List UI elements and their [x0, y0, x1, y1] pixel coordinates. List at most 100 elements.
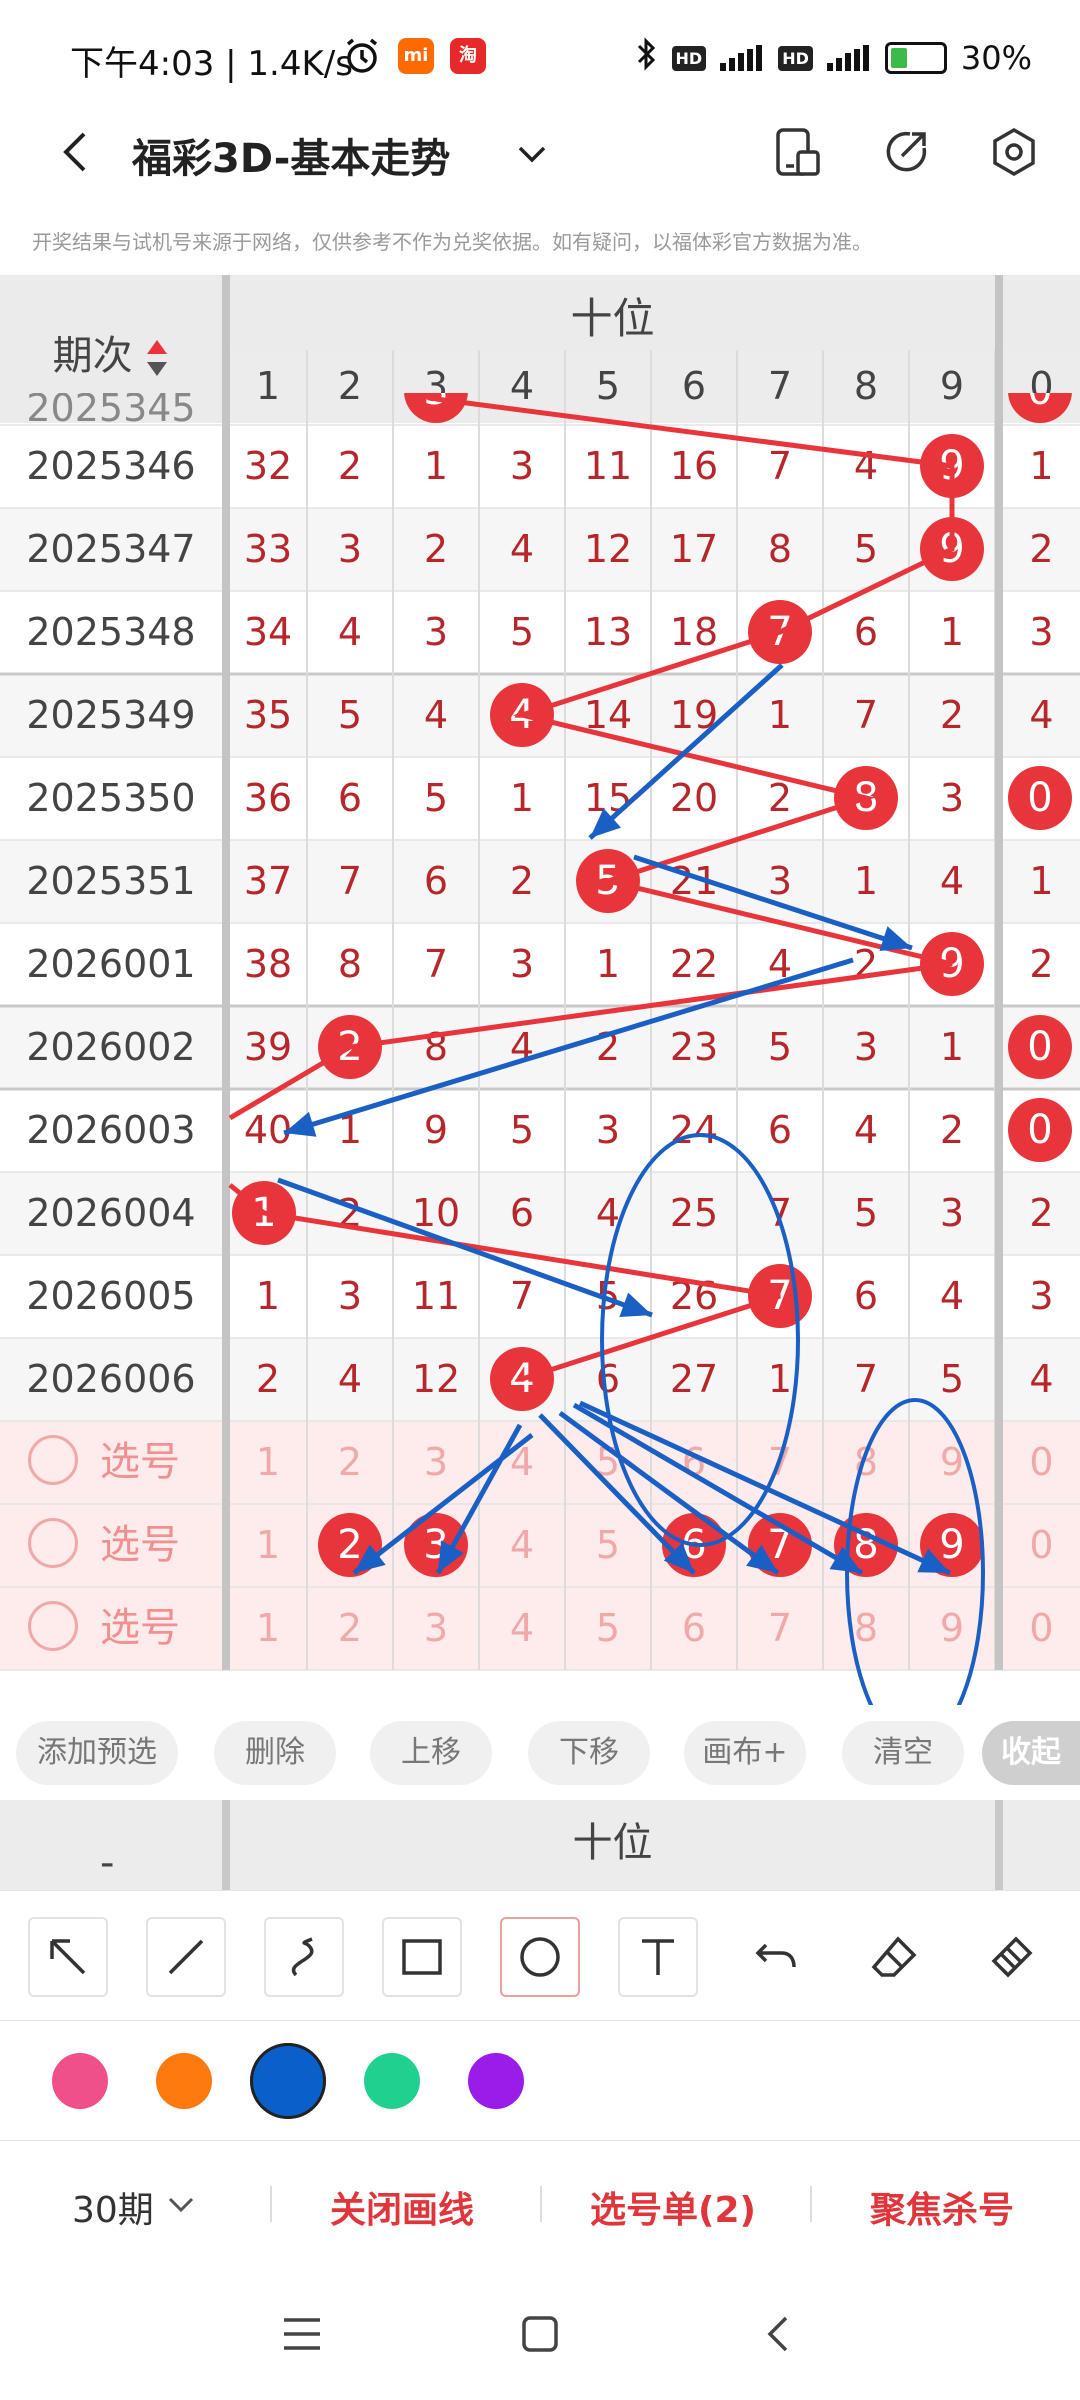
- home-icon[interactable]: [518, 2312, 562, 2360]
- selected-pick-ball[interactable]: 6: [662, 1513, 726, 1577]
- cell-value: 27: [669, 1357, 719, 1401]
- cell-value: 1: [767, 693, 793, 737]
- focus-kill-button[interactable]: 聚焦杀号: [870, 2181, 1014, 2233]
- delete-button[interactable]: 删除: [214, 1721, 336, 1785]
- pick-cell[interactable]: 9: [910, 1421, 994, 1504]
- pick-label[interactable]: 选号: [100, 1504, 180, 1587]
- arrow-tool-icon[interactable]: [28, 1917, 108, 1997]
- cell-value: 12: [411, 1357, 461, 1401]
- cell-value: 40: [243, 1108, 293, 1152]
- digit-header-4: 4: [480, 350, 564, 422]
- cell-value: 1: [939, 1025, 965, 1069]
- period-count-select[interactable]: 30期: [72, 2181, 154, 2233]
- pick-cell[interactable]: 9: [910, 1587, 994, 1670]
- pick-cell[interactable]: 4: [480, 1587, 564, 1670]
- clear-button[interactable]: 清空: [842, 1721, 964, 1785]
- move-down-button[interactable]: 下移: [528, 1721, 650, 1785]
- cell-value: 6: [509, 1191, 535, 1235]
- settings-icon[interactable]: [988, 126, 1040, 178]
- cell-value: 17: [669, 527, 719, 571]
- pick-checkbox[interactable]: [28, 1518, 78, 1568]
- pick-cell[interactable]: 5: [566, 1587, 650, 1670]
- add-preselect-button[interactable]: 添加预选: [16, 1721, 178, 1785]
- cell-value: 5: [509, 610, 535, 654]
- drawn-number-ball: 8: [834, 766, 898, 830]
- clear-brush-icon[interactable]: [972, 1917, 1052, 1997]
- period-header[interactable]: 期次: [0, 323, 222, 381]
- color-swatch[interactable]: [364, 2053, 420, 2109]
- pick-cell[interactable]: 5: [566, 1421, 650, 1504]
- text-tool-icon[interactable]: [618, 1917, 698, 1997]
- pick-cell[interactable]: 0: [1003, 1587, 1080, 1670]
- battery-icon: [884, 42, 947, 74]
- move-up-button[interactable]: 上移: [370, 1721, 492, 1785]
- chevron-down-icon[interactable]: [512, 134, 552, 174]
- close-lines-button[interactable]: 关闭画线: [330, 2181, 474, 2233]
- pick-checkbox[interactable]: [28, 1435, 78, 1485]
- pick-cell[interactable]: 8: [824, 1587, 908, 1670]
- eraser-icon[interactable]: [854, 1917, 934, 1997]
- pick-cell[interactable]: 6: [652, 1421, 736, 1504]
- pick-cell[interactable]: 0: [1003, 1504, 1080, 1587]
- menu-icon[interactable]: [280, 2312, 324, 2360]
- pick-cell[interactable]: 4: [480, 1504, 564, 1587]
- line-tool-icon[interactable]: [146, 1917, 226, 1997]
- pick-cell[interactable]: 0: [1003, 1421, 1080, 1504]
- pick-label[interactable]: 选号: [100, 1587, 180, 1670]
- digit-header-8: 8: [824, 350, 908, 422]
- cell-value: 19: [669, 693, 719, 737]
- back-icon[interactable]: [758, 2312, 802, 2360]
- cell-value: 21: [669, 859, 719, 903]
- pick-cell[interactable]: 8: [824, 1421, 908, 1504]
- pick-cell[interactable]: 1: [230, 1587, 306, 1670]
- chevron-down-icon[interactable]: [164, 2187, 198, 2225]
- pick-label[interactable]: 选号: [100, 1421, 180, 1504]
- digit-header-9: 9: [910, 350, 994, 422]
- pick-cell[interactable]: 6: [652, 1587, 736, 1670]
- page-title[interactable]: 福彩3D-基本走势: [132, 126, 450, 184]
- selected-pick-ball[interactable]: 2: [318, 1513, 382, 1577]
- canvas-plus-button[interactable]: 画布+: [684, 1721, 806, 1785]
- cell-value: 2: [1029, 527, 1054, 571]
- pick-cell[interactable]: 1: [230, 1421, 306, 1504]
- pick-cell[interactable]: 2: [308, 1587, 392, 1670]
- undo-icon[interactable]: [736, 1917, 816, 1997]
- phone-layout-icon[interactable]: [772, 126, 824, 178]
- pick-cell[interactable]: 7: [738, 1587, 822, 1670]
- bottom-bar: 30期 关闭画线 选号单(2) 聚焦杀号: [0, 2140, 1080, 2271]
- pick-cell[interactable]: 5: [566, 1504, 650, 1587]
- cell-value: 24: [669, 1108, 719, 1152]
- selected-pick-ball[interactable]: 7: [748, 1513, 812, 1577]
- chevron-left-icon[interactable]: [48, 122, 108, 182]
- pick-cell[interactable]: 7: [738, 1421, 822, 1504]
- pick-cell[interactable]: 3: [394, 1587, 478, 1670]
- trend-grid[interactable]: 期次 十位 1 2 3 4 5 6 7 8 9 0 2025345 2025346 32 2 1 3 11 16 7 4…: [0, 275, 1080, 1705]
- collapse-button[interactable]: 收起: [982, 1721, 1080, 1785]
- color-swatch[interactable]: [250, 2043, 326, 2119]
- selected-pick-ball[interactable]: 8: [834, 1513, 898, 1577]
- pick-cell[interactable]: 3: [394, 1421, 478, 1504]
- color-swatch[interactable]: [156, 2053, 212, 2109]
- curve-tool-icon[interactable]: [264, 1917, 344, 1997]
- battery-percent: 30%: [960, 39, 1032, 77]
- cell-value: 2: [853, 942, 879, 986]
- cell-value: 5: [595, 1274, 621, 1318]
- bluetooth-icon: [636, 36, 658, 80]
- color-swatch[interactable]: [468, 2053, 524, 2109]
- pick-cell[interactable]: 4: [480, 1421, 564, 1504]
- color-swatch[interactable]: [52, 2053, 108, 2109]
- pick-checkbox[interactable]: [28, 1601, 78, 1651]
- rectangle-tool-icon[interactable]: [382, 1917, 462, 1997]
- sort-icon[interactable]: [145, 333, 169, 379]
- selected-pick-ball[interactable]: 3: [404, 1513, 468, 1577]
- cell-value: 2: [423, 527, 449, 571]
- signal-5g-icon: [720, 45, 764, 71]
- circle-tool-icon[interactable]: [500, 1917, 580, 1997]
- pick-cell[interactable]: 2: [308, 1421, 392, 1504]
- share-icon[interactable]: [880, 126, 932, 178]
- pick-cell[interactable]: 1: [230, 1504, 306, 1587]
- drawn-number-ball: 4: [490, 683, 554, 747]
- cell-value: 1: [1029, 859, 1054, 903]
- selected-pick-ball[interactable]: 9: [920, 1513, 984, 1577]
- pick-list-button[interactable]: 选号单(2): [590, 2181, 756, 2233]
